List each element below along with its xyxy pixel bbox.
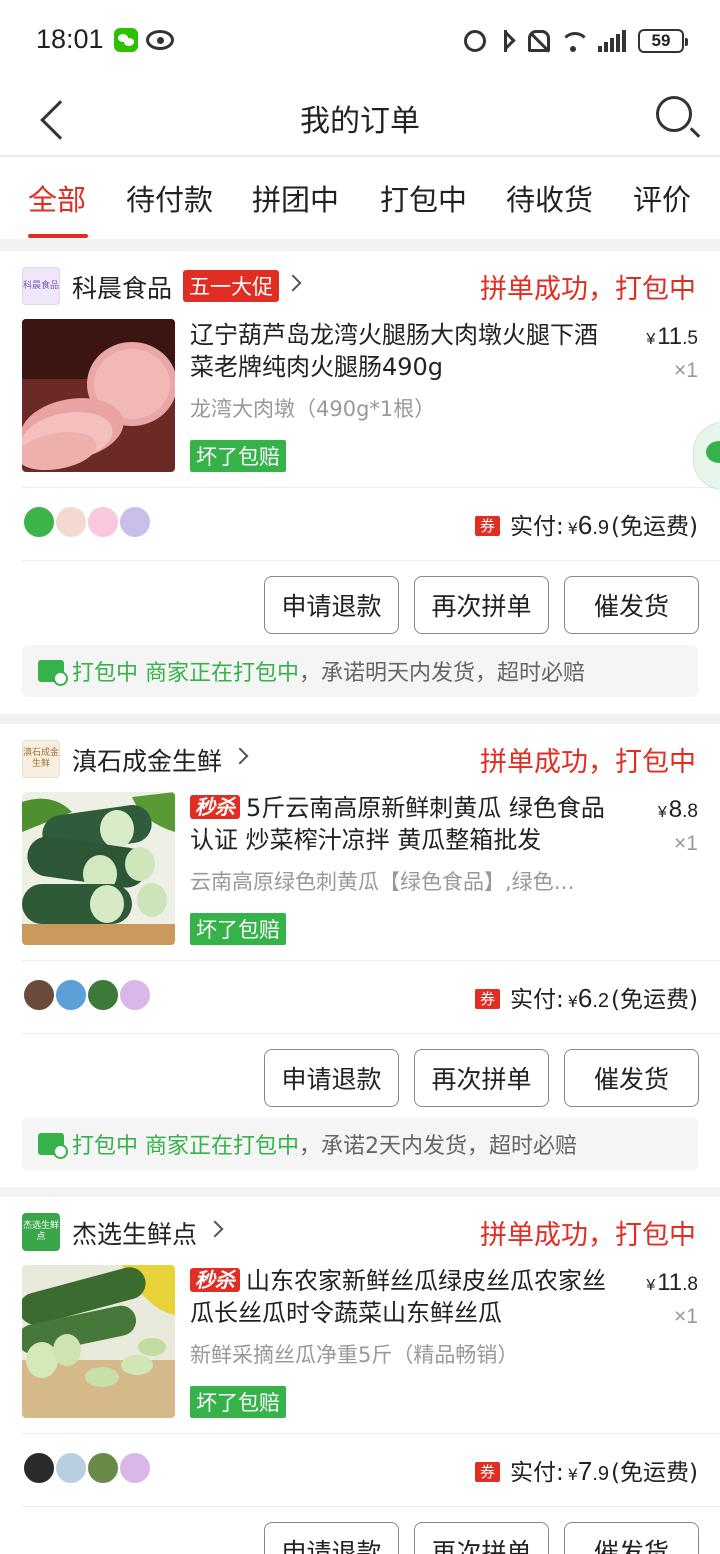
guarantee-tag: 坏了包赔 xyxy=(190,1386,286,1418)
avatar xyxy=(54,505,88,539)
flash-sale-tag: 秒杀 xyxy=(190,795,240,819)
shop-name[interactable]: 滇石成金生鲜 xyxy=(72,742,222,778)
urge-shipping-button[interactable]: 催发货 xyxy=(564,1049,699,1107)
order-status: 拼单成功，打包中 xyxy=(480,747,696,778)
tab-group-buying[interactable]: 拼团中 xyxy=(252,177,339,219)
coupon-icon: 券 xyxy=(474,1462,500,1482)
avatar xyxy=(22,978,56,1012)
coupon-icon: 券 xyxy=(474,989,500,1009)
shop-logo: 科晨食品 xyxy=(22,267,60,305)
package-clock-icon xyxy=(38,660,68,686)
status-bar: 18:01 59 xyxy=(0,0,720,80)
chevron-right-icon[interactable] xyxy=(231,747,249,765)
guarantee-tag: 坏了包赔 xyxy=(190,913,286,945)
avatar xyxy=(118,505,152,539)
status-time: 18:01 xyxy=(36,24,104,54)
avatar xyxy=(118,1451,152,1485)
order-status: 拼单成功，打包中 xyxy=(480,1220,696,1251)
package-clock-icon xyxy=(38,1133,68,1159)
urge-shipping-button[interactable]: 催发货 xyxy=(564,1522,699,1554)
active-tab-indicator xyxy=(28,234,88,238)
group-avatars xyxy=(22,1451,152,1485)
divider xyxy=(22,960,720,961)
tab-packing[interactable]: 打包中 xyxy=(380,177,467,219)
regroup-button[interactable]: 再次拼单 xyxy=(414,1522,549,1554)
shop-name[interactable]: 科晨食品 xyxy=(72,269,172,305)
shop-logo: 滇石成金生鲜 xyxy=(22,740,60,778)
product-image[interactable] xyxy=(22,792,175,945)
product-quantity: ×1 xyxy=(674,832,698,855)
coupon-icon: 券 xyxy=(474,516,500,536)
eye-icon xyxy=(146,30,174,50)
avatar xyxy=(22,505,56,539)
product-title[interactable]: 秒杀 5斤云南高原新鲜刺黄瓜 绿色食品认证 炒菜榨汁凉拌 黄瓜整箱批发 xyxy=(190,792,620,856)
avatar xyxy=(22,1451,56,1485)
shipping-notice[interactable]: 打包中 商家正在打包中 ，承诺明天内发货，超时必赔 xyxy=(22,645,698,697)
bluetooth-icon xyxy=(496,30,518,52)
product-quantity: ×1 xyxy=(674,1305,698,1328)
mute-icon xyxy=(528,30,550,52)
product-price: ¥11.5 xyxy=(646,323,698,350)
tab-pending-payment[interactable]: 待付款 xyxy=(126,177,213,219)
promo-badge: 五一大促 xyxy=(183,270,279,302)
flash-sale-tag: 秒杀 xyxy=(190,1268,240,1292)
avatar xyxy=(86,978,120,1012)
regroup-button[interactable]: 再次拼单 xyxy=(414,576,549,634)
signal-icon xyxy=(598,30,628,52)
divider xyxy=(22,560,720,561)
divider xyxy=(22,487,720,488)
product-spec: 云南高原绿色刺黄瓜【绿色食品】,绿色… xyxy=(190,870,575,894)
shipping-notice[interactable]: 打包中 商家正在打包中 ，承诺2天内发货，超时必赔 xyxy=(22,1118,698,1170)
avatar xyxy=(86,1451,120,1485)
divider xyxy=(22,1433,720,1434)
shop-name[interactable]: 杰选生鲜点 xyxy=(72,1215,197,1251)
order-card[interactable]: 杰选生鲜点 杰选生鲜点 拼单成功，打包中 秒杀 山东农家新鲜丝瓜绿皮丝瓜农家丝瓜长… xyxy=(0,1197,720,1554)
product-quantity: ×1 xyxy=(674,359,698,382)
avatar xyxy=(54,978,88,1012)
tab-to-receive[interactable]: 待收货 xyxy=(506,177,593,219)
product-image[interactable] xyxy=(22,319,175,472)
battery-icon: 59 xyxy=(638,29,688,53)
divider xyxy=(22,1506,720,1507)
order-card[interactable]: 滇石成金生鲜 滇石成金生鲜 拼单成功，打包中 秒杀 5斤云南高原新鲜刺黄瓜 绿色食… xyxy=(0,724,720,1187)
chevron-right-icon[interactable] xyxy=(284,274,302,292)
order-card[interactable]: 科晨食品 科晨食品 五一大促 拼单成功，打包中 辽宁葫芦岛龙湾火腿肠大肉墩火腿下… xyxy=(0,251,720,714)
wifi-icon xyxy=(560,30,590,52)
product-image[interactable] xyxy=(22,1265,175,1418)
search-icon[interactable] xyxy=(656,96,692,132)
avatar xyxy=(86,505,120,539)
refund-button[interactable]: 申请退款 xyxy=(264,1522,399,1554)
nav-bar: 我的订单 xyxy=(0,80,720,156)
product-spec: 龙湾大肉墩（490g*1根） xyxy=(190,397,436,421)
refund-button[interactable]: 申请退款 xyxy=(264,1049,399,1107)
guarantee-tag: 坏了包赔 xyxy=(190,440,286,472)
product-price: ¥8.8 xyxy=(657,796,698,823)
tab-review[interactable]: 评价 xyxy=(633,177,691,219)
tab-all[interactable]: 全部 xyxy=(28,177,86,219)
group-avatars xyxy=(22,978,152,1012)
wechat-notification-icon xyxy=(114,28,138,52)
product-title[interactable]: 秒杀 山东农家新鲜丝瓜绿皮丝瓜农家丝瓜长丝瓜时令蔬菜山东鲜丝瓜 xyxy=(190,1265,620,1329)
chevron-right-icon[interactable] xyxy=(206,1220,224,1238)
paid-amount: 券 实付: ¥ 7 .9 (免运费) xyxy=(474,1453,698,1487)
alarm-icon xyxy=(464,30,486,52)
order-status: 拼单成功，打包中 xyxy=(480,274,696,305)
urge-shipping-button[interactable]: 催发货 xyxy=(564,576,699,634)
avatar xyxy=(118,978,152,1012)
order-tabs: 全部 待付款 拼团中 打包中 待收货 评价 xyxy=(0,157,720,239)
product-price: ¥11.8 xyxy=(646,1269,698,1296)
paid-amount: 券 实付: ¥ 6 .9 (免运费) xyxy=(474,507,698,541)
page-title: 我的订单 xyxy=(300,104,420,139)
group-avatars xyxy=(22,505,152,539)
paid-amount: 券 实付: ¥ 6 .2 (免运费) xyxy=(474,980,698,1014)
refund-button[interactable]: 申请退款 xyxy=(264,576,399,634)
product-spec: 新鲜采摘丝瓜净重5斤（精品畅销） xyxy=(190,1343,519,1367)
status-icons: 59 xyxy=(464,26,688,56)
divider xyxy=(22,1033,720,1034)
regroup-button[interactable]: 再次拼单 xyxy=(414,1049,549,1107)
product-title[interactable]: 辽宁葫芦岛龙湾火腿肠大肉墩火腿下酒菜老牌纯肉火腿肠490g xyxy=(190,319,620,383)
shop-logo: 杰选生鲜点 xyxy=(22,1213,60,1251)
avatar xyxy=(54,1451,88,1485)
